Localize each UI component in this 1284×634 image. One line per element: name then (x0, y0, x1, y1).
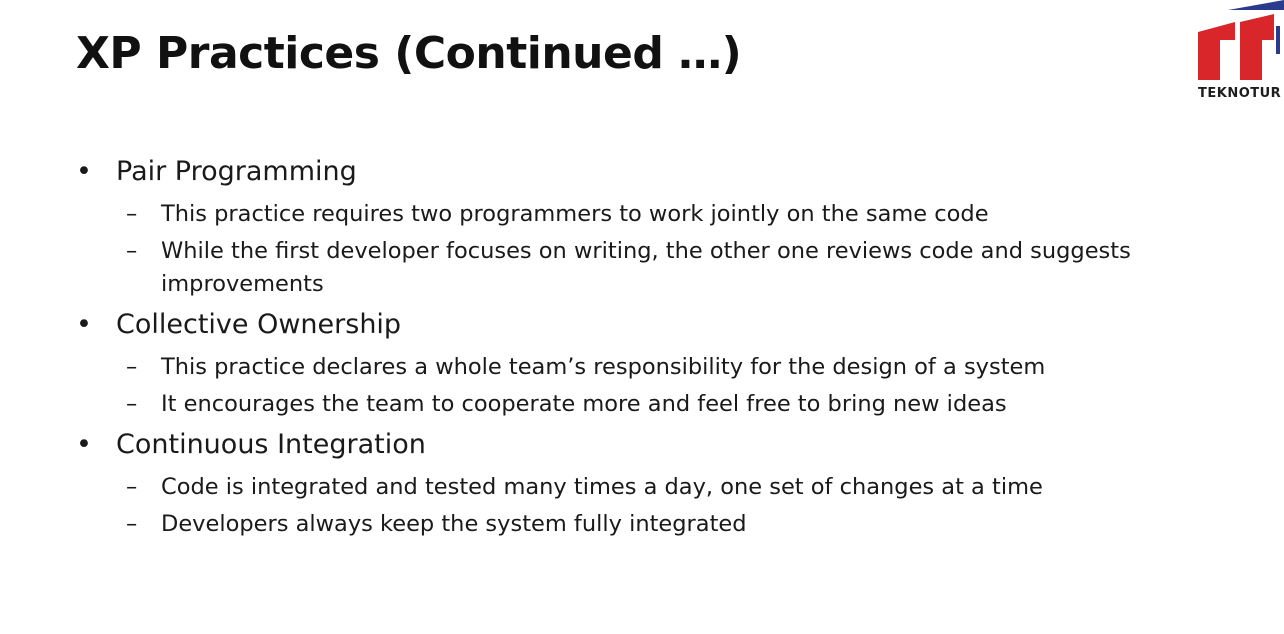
sub-bullet-text: This practice declares a whole team’s re… (161, 354, 1046, 380)
slide: XP Practices (Continued …) TEKNOTUR • Pa… (0, 0, 1284, 634)
slide-title: XP Practices (Continued …) (76, 28, 742, 79)
logo-navy-stripe (1276, 26, 1280, 54)
bullet-list: • Pair Programming – This practice requi… (76, 150, 1196, 543)
bullet-dot: • (76, 156, 92, 187)
sub-bullet-item: – It encourages the team to cooperate mo… (76, 388, 1196, 421)
bullet-text: Collective Ownership (116, 309, 402, 340)
logo-navy-band (1228, 0, 1284, 10)
sub-bullet-item: – While the first developer focuses on w… (76, 235, 1196, 301)
sub-bullet-item: – This practice declares a whole team’s … (76, 351, 1196, 384)
sub-bullet-item: – This practice requires two programmers… (76, 198, 1196, 231)
sub-bullet-item: – Code is integrated and tested many tim… (76, 471, 1196, 504)
dash-marker: – (126, 201, 138, 227)
bullet-item: • Pair Programming (76, 150, 1196, 194)
logo-text: TEKNOTUR (1198, 86, 1282, 101)
bullet-dot: • (76, 309, 92, 340)
bullet-text: Pair Programming (116, 156, 357, 187)
sub-bullet-item: – Developers always keep the system full… (76, 508, 1196, 541)
bullet-dot: • (76, 429, 92, 460)
bullet-item: • Continuous Integration (76, 423, 1196, 467)
bullet-text: Continuous Integration (116, 429, 426, 460)
logo-red-left (1198, 22, 1235, 80)
dash-marker: – (126, 354, 138, 380)
sub-bullet-text: Developers always keep the system fully … (161, 511, 747, 537)
bullet-group-collective-ownership: • Collective Ownership – This practice d… (76, 303, 1196, 421)
logo-red-right (1240, 14, 1274, 80)
dash-marker: – (126, 238, 138, 264)
sub-bullet-text: This practice requires two programmers t… (161, 201, 989, 227)
sub-bullet-text: While the first developer focuses on wri… (161, 238, 1131, 297)
dash-marker: – (126, 391, 138, 417)
bullet-item: • Collective Ownership (76, 303, 1196, 347)
bullet-group-pair-programming: • Pair Programming – This practice requi… (76, 150, 1196, 301)
dash-marker: – (126, 511, 138, 537)
bullet-group-continuous-integration: • Continuous Integration – Code is integ… (76, 423, 1196, 541)
sub-bullet-text: It encourages the team to cooperate more… (161, 391, 1007, 417)
sub-bullet-text: Code is integrated and tested many times… (161, 474, 1043, 500)
dash-marker: – (126, 474, 138, 500)
